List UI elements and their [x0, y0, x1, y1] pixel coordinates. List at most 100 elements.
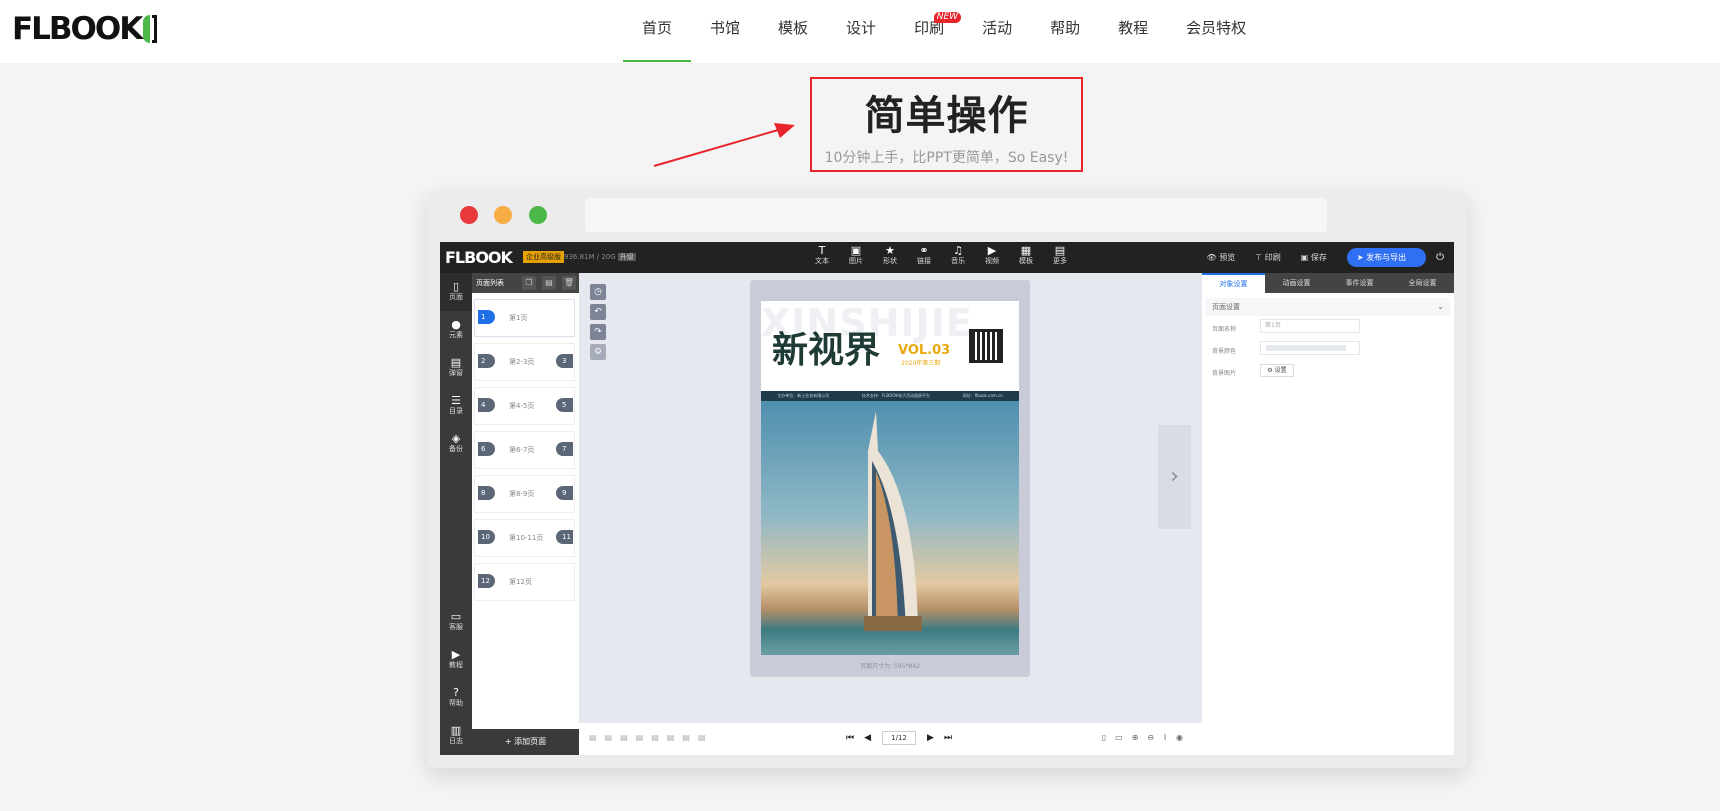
canvas-mini-tools: ◷ ↶ ↷ ⚙: [590, 284, 606, 364]
page-item[interactable]: 10 第10-11页 11: [474, 519, 575, 557]
page-label: 第2-3页: [509, 358, 535, 366]
nav-item-membership[interactable]: 会员特权: [1167, 0, 1265, 63]
last-page-icon[interactable]: ⏭: [944, 733, 952, 743]
tool-video[interactable]: ▶ 视频: [975, 245, 1009, 267]
text-icon: T: [818, 244, 826, 257]
editor-actions: 👁 预览 ⊤ 印刷 ▣ 保存 ➤ 发布与导出 ⏻: [1207, 242, 1455, 273]
tool-more[interactable]: ▤ 更多: [1043, 245, 1077, 267]
editor-screenshot: FLBOOK 企业高级版 936.81M / 20G 升级 T 文本 ▣ 图片 ★ 形…: [440, 242, 1454, 755]
rail-label: 日志: [449, 737, 463, 745]
nav-item-library[interactable]: 书馆: [691, 0, 759, 63]
prev-page-icon[interactable]: ◀: [864, 733, 871, 743]
page-item[interactable]: 12 第12页: [474, 563, 575, 601]
view-tools[interactable]: ▯▭⊕⊖⌇◉: [1102, 733, 1192, 742]
duplicate-page-icon[interactable]: ▤: [542, 276, 556, 290]
rail-item-help[interactable]: ? 帮助: [440, 679, 472, 717]
page-item[interactable]: 1 第1页: [474, 299, 575, 337]
chevron-down-icon: ⌄: [1437, 302, 1444, 311]
page-number: 1: [478, 310, 495, 324]
rail-bottom: ▭ 客服 ▶ 教程 ? 帮助 ▥ 日志: [440, 603, 472, 755]
rail-item-backup[interactable]: ◈ 备份: [440, 425, 472, 463]
page-item[interactable]: 2 第2-3页 3: [474, 343, 575, 381]
add-page-button[interactable]: + 添加页面: [472, 729, 579, 755]
tool-label: 更多: [1053, 257, 1067, 265]
rail-item-support[interactable]: ▭ 客服: [440, 603, 472, 641]
window-maximize-dot: [529, 206, 547, 224]
page-name-field[interactable]: 第1页: [1260, 319, 1360, 333]
first-page-icon[interactable]: ⏮: [846, 733, 854, 743]
delete-page-icon[interactable]: 🗑: [562, 276, 576, 290]
nav-label: 会员特权: [1186, 19, 1247, 37]
rail-item-popup[interactable]: ▤ 弹窗: [440, 349, 472, 387]
list-icon: ☰: [451, 394, 461, 407]
headline-highlight-box: 简单操作 10分钟上手，比PPT更简单，So Easy!: [810, 77, 1083, 172]
tab-event-settings[interactable]: 事件设置: [1328, 273, 1391, 293]
cover-volume: VOL.03: [898, 343, 951, 358]
preview-button[interactable]: 👁 预览: [1207, 252, 1246, 263]
tab-global-settings[interactable]: 全局设置: [1391, 273, 1454, 293]
rail-item-elements[interactable]: ● 元素: [440, 311, 472, 349]
settings-icon[interactable]: ⚙: [590, 344, 606, 360]
publish-button[interactable]: ➤ 发布与导出: [1346, 248, 1427, 267]
print-button[interactable]: ⊤ 印刷: [1255, 252, 1291, 263]
nav-item-templates[interactable]: 模板: [759, 0, 827, 63]
rail-item-tutorial[interactable]: ▶ 教程: [440, 641, 472, 679]
nav-item-print[interactable]: 印刷 NEW: [895, 0, 963, 63]
bg-image-settings-button[interactable]: ⚙ 设置: [1260, 364, 1294, 377]
copy-page-icon[interactable]: ❐: [522, 276, 536, 290]
page-icon: ▯: [452, 280, 460, 293]
rail-item-toc[interactable]: ☰ 目录: [440, 387, 472, 425]
rail-label: 页面: [449, 293, 463, 301]
editor-bottom-bar: ▤▤▤▤▤▤▤▤ ⏮ ◀ 1/12 ▶ ⏭ ▯▭⊕⊖⌇◉: [579, 723, 1202, 755]
nav-item-home[interactable]: 首页: [623, 0, 692, 63]
flbook-logo[interactable]: FLBOOK: [12, 11, 159, 47]
rail-label: 目录: [449, 407, 463, 415]
tool-image[interactable]: ▣ 图片: [839, 245, 873, 267]
tool-text[interactable]: T 文本: [805, 245, 839, 267]
nav-item-help[interactable]: 帮助: [1031, 0, 1099, 63]
tab-object-settings[interactable]: 对象设置: [1202, 273, 1265, 293]
bg-color-picker[interactable]: [1260, 341, 1360, 355]
save-label: 保存: [1310, 253, 1327, 262]
tool-template[interactable]: ▦ 模板: [1009, 245, 1043, 267]
tool-music[interactable]: ♫ 音乐: [941, 245, 975, 267]
tool-label: 形状: [883, 257, 897, 265]
tool-label: 图片: [849, 257, 863, 265]
nav-label: 设计: [846, 19, 877, 37]
nav-label: 书馆: [710, 19, 741, 37]
tool-link[interactable]: ⚭ 链接: [907, 245, 941, 267]
page-size-caption: 页面尺寸为: 595*842: [860, 663, 920, 670]
undo-icon[interactable]: ↶: [590, 304, 606, 320]
more-icon: ▤: [1054, 244, 1066, 257]
bg-image-label: 背景图片: [1212, 370, 1237, 377]
nav-item-tutorials[interactable]: 教程: [1099, 0, 1167, 63]
chat-icon: ▭: [450, 610, 462, 623]
tool-label: 模板: [1019, 257, 1033, 265]
nav-item-events[interactable]: 活动: [963, 0, 1031, 63]
insert-tools: T 文本 ▣ 图片 ★ 形状 ⚭ 链接 ♫ 音乐 ▶ 视频 ▦ 模板 ▤ 更多: [805, 245, 1077, 267]
help-icon: ?: [453, 686, 459, 699]
history-icon[interactable]: ◷: [590, 284, 606, 300]
logo-mark-icon: [143, 14, 159, 44]
tool-shape[interactable]: ★ 形状: [873, 245, 907, 267]
page-item[interactable]: 4 第4-5页 5: [474, 387, 575, 425]
save-button[interactable]: ▣ 保存: [1301, 252, 1337, 263]
power-icon[interactable]: ⏻: [1436, 252, 1444, 263]
magazine-cover[interactable]: XINSHIJIE 新视界 VOL.03 2020年第三期 主办单位：新士业务有…: [761, 301, 1019, 655]
edition-badge: 企业高级版: [523, 251, 564, 263]
color-swatch: [1266, 345, 1346, 351]
page-item[interactable]: 8 第8-9页 9: [474, 475, 575, 513]
nav-item-design[interactable]: 设计: [827, 0, 895, 63]
settings-label: 设置: [1274, 367, 1287, 374]
page-label: 第10-11页: [509, 534, 544, 542]
page-number-input[interactable]: 1/12: [882, 731, 917, 745]
page-item[interactable]: 6 第6-7页 7: [474, 431, 575, 469]
rail-item-pages[interactable]: ▯ 页面: [440, 273, 472, 311]
next-page-arrow-icon[interactable]: ›: [1158, 425, 1191, 529]
page-settings-section[interactable]: 页面设置 ⌄: [1206, 298, 1450, 316]
rail-item-log[interactable]: ▥ 日志: [440, 717, 472, 755]
tab-animation-settings[interactable]: 动画设置: [1265, 273, 1328, 293]
next-page-icon[interactable]: ▶: [927, 733, 934, 743]
align-tools[interactable]: ▤▤▤▤▤▤▤▤: [589, 733, 713, 742]
redo-icon[interactable]: ↷: [590, 324, 606, 340]
